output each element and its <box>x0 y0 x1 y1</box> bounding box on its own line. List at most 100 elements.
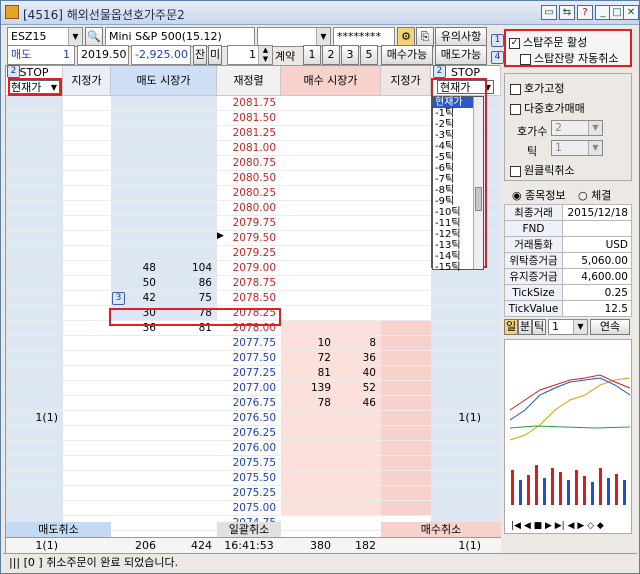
qty-2-button[interactable]: 2 <box>322 45 340 65</box>
sell-available-button[interactable]: 매도가능 <box>435 45 487 65</box>
link-icon[interactable]: ⇆ <box>559 5 575 20</box>
sell-cancel-button[interactable]: 매도취소 <box>6 522 111 537</box>
buy-count <box>336 156 381 171</box>
price-row[interactable]: 2081.50 <box>6 111 501 126</box>
checkbox-icon[interactable] <box>510 165 521 177</box>
price-row[interactable]: 2077.75 10 8 <box>6 336 501 351</box>
account-select[interactable]: ▼ <box>257 27 331 47</box>
chevron-down-icon[interactable]: ▼ <box>68 28 82 46</box>
hoga-fix-option[interactable]: 호가고정 <box>510 80 564 96</box>
buy-qty <box>281 156 336 171</box>
copy-icon[interactable]: ⎘ <box>416 27 434 47</box>
password-input[interactable]: ******** <box>333 27 395 47</box>
title-bar: [4516] 해외선물옵션호가주문2 ▭ ⇆ ? _ □ ✕ <box>1 1 639 25</box>
dropdown-scrollbar[interactable] <box>473 97 483 269</box>
unfilled-button[interactable]: 미 <box>208 45 222 65</box>
hoga-count-select[interactable]: 2 ▼ <box>551 120 603 136</box>
header-buy-market[interactable]: 매수 시장가 <box>281 66 381 96</box>
price-row[interactable]: 50 86 2078.75 <box>6 276 501 291</box>
price-row[interactable]: 2075.00 <box>6 501 501 516</box>
buy-cancel-button[interactable]: 매수취소 <box>381 522 501 537</box>
checkbox-icon[interactable] <box>520 53 531 65</box>
sell-count <box>161 486 217 501</box>
stop-remain-cancel-option[interactable]: 스탑잔량 자동취소 <box>520 50 618 66</box>
qty-1-button[interactable]: 1 <box>303 45 321 65</box>
right-stop-order[interactable]: 1(1) <box>431 410 486 425</box>
chart-tab-minute[interactable]: 분 <box>518 319 532 335</box>
search-button[interactable]: 🔍 <box>85 27 103 47</box>
buy-available-button[interactable]: 매수가능 <box>381 45 433 65</box>
qty-5-button[interactable]: 5 <box>360 45 378 65</box>
price-row[interactable]: 2080.50 <box>6 171 501 186</box>
price-cell: 2081.50 <box>232 112 276 124</box>
price-cell: 2080.00 <box>232 202 276 214</box>
price-row[interactable]: 2075.75 <box>6 456 501 471</box>
price-row[interactable]: 2077.25 81 40 <box>6 366 501 381</box>
info-row: 최종거래 2015/12/18 <box>504 204 632 221</box>
chevron-down-icon[interactable]: ▼ <box>316 28 330 46</box>
checkbox-checked-icon[interactable]: ✓ <box>509 37 520 49</box>
price-row[interactable]: 2076.75 78 46 <box>6 396 501 411</box>
price-row[interactable]: 2076.00 <box>6 441 501 456</box>
buy-qty <box>281 291 336 306</box>
price-row[interactable]: 2076.50 <box>6 411 501 426</box>
tab-execution[interactable]: ○ 체결 <box>578 187 611 203</box>
notice-button[interactable]: 유의사항 <box>435 27 487 47</box>
chevron-down-icon[interactable]: ▼ <box>573 320 587 334</box>
price-row[interactable]: 2080.25 <box>6 186 501 201</box>
price-cell: 2080.50 <box>232 172 276 184</box>
sell-qty <box>111 501 161 516</box>
price-row[interactable]: 2076.25 <box>6 426 501 441</box>
price-row[interactable]: 2079.75 <box>6 216 501 231</box>
stop-active-option[interactable]: ✓ 스탑주문 활성 <box>509 34 587 50</box>
checkbox-icon[interactable] <box>510 83 521 95</box>
multi-hoga-option[interactable]: 다중호가매매 <box>510 100 585 116</box>
left-stop-order[interactable]: 1(1) <box>6 410 63 425</box>
chart-continuous-button[interactable]: 연속 <box>590 319 630 335</box>
header-sell-market[interactable]: 매도 시장가 <box>111 66 217 96</box>
dock-icon[interactable]: ▭ <box>541 5 557 20</box>
tab-item-info[interactable]: ◉ 종목정보 <box>512 187 566 203</box>
close-icon[interactable]: ✕ <box>623 5 639 20</box>
price-row[interactable]: 2079.25 <box>6 246 501 261</box>
sell-count <box>161 186 217 201</box>
chart-tab-tick[interactable]: 틱 <box>532 319 546 335</box>
price-cell: 2076.25 <box>232 427 276 439</box>
qty-spinner[interactable]: 1 ▲ ▼ <box>227 45 273 65</box>
price-row[interactable]: 2075.50 <box>6 471 501 486</box>
price-row[interactable]: 2081.25 <box>6 126 501 141</box>
checkbox-icon[interactable] <box>510 103 521 115</box>
gear-icon[interactable]: ⚙ <box>397 27 415 47</box>
chevron-down-icon[interactable]: ▼ <box>588 121 602 135</box>
one-click-cancel-option[interactable]: 원클릭취소 <box>510 162 575 178</box>
scroll-thumb[interactable] <box>475 187 482 211</box>
price-offset-dropdown[interactable]: 현재가 -1틱 -2틱 -3틱 -4틱 -5틱 -6틱 -7틱 -8틱 -9틱 -10틱 -11틱 -1… <box>432 96 484 273</box>
remain-button[interactable]: 잔 <box>193 45 207 65</box>
chevron-down-icon[interactable]: ▼ <box>588 141 602 155</box>
price-row[interactable]: 2079.50 <box>6 231 501 246</box>
buy-count <box>336 471 381 486</box>
price-row[interactable]: 2077.50 72 36 <box>6 351 501 366</box>
price-row[interactable]: 2081.75 <box>6 96 501 111</box>
symbol-input[interactable]: ESZ15 ▼ <box>7 27 83 47</box>
price-row[interactable]: 2075.25 <box>6 486 501 501</box>
chart-controls[interactable]: |◀ ◀ ■ ▶ ▶| ◀ ▶ ◇ ◆ <box>511 521 604 531</box>
price-row[interactable]: 2080.00 <box>6 201 501 216</box>
mini-price-chart: |◀ ◀ ■ ▶ ▶| ◀ ▶ ◇ ◆ <box>504 339 632 534</box>
sell-qty <box>111 231 161 246</box>
price-row[interactable]: 2077.00 139 52 <box>6 381 501 396</box>
price-row[interactable]: 2080.75 <box>6 156 501 171</box>
price-row[interactable]: 42 75 2078.50 <box>6 291 501 306</box>
chart-interval-select[interactable]: 1 ▼ <box>548 319 588 335</box>
price-row[interactable]: 2081.00 <box>6 141 501 156</box>
cancel-all-button[interactable]: 일괄취소 <box>217 522 281 537</box>
info-row: 유지증거금 4,600.00 <box>504 268 632 285</box>
spin-icon[interactable]: ▲ ▼ <box>258 46 272 64</box>
tick-select[interactable]: 1 ▼ <box>551 140 603 156</box>
chart-tab-day[interactable]: 일 <box>504 319 518 335</box>
sell-qty <box>111 201 161 216</box>
price-row[interactable]: 48 104 2079.00 <box>6 261 501 276</box>
qty-3-button[interactable]: 3 <box>341 45 359 65</box>
header-price[interactable]: 재정렬 <box>217 66 281 96</box>
help-icon[interactable]: ? <box>577 5 593 20</box>
